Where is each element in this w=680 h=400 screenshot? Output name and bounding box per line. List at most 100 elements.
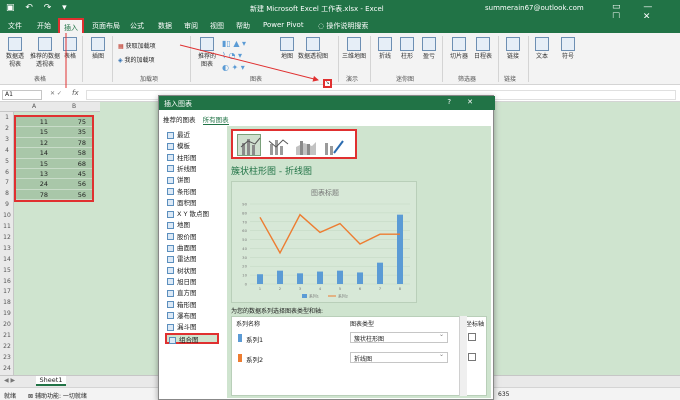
cancel-confirm-icons[interactable]: ✕ ✓ bbox=[50, 90, 62, 97]
chart-type-item[interactable]: 瀑布图 bbox=[167, 311, 197, 322]
custom-combo-pencil-icon bbox=[325, 140, 344, 155]
cell-col-a[interactable]: 11 bbox=[16, 117, 54, 126]
row-header[interactable]: 15 bbox=[0, 265, 14, 276]
accessibility-status[interactable]: ⊠ 辅助功能: 一切就绪 bbox=[28, 391, 87, 400]
series-name: 系列1 bbox=[246, 336, 264, 344]
row-header[interactable]: 19 bbox=[0, 308, 14, 319]
row-header[interactable]: 24 bbox=[0, 363, 14, 374]
row-header[interactable]: 11 bbox=[0, 221, 14, 232]
chart-type-item[interactable]: 旭日图 bbox=[167, 277, 197, 288]
cell-col-a[interactable]: 14 bbox=[16, 148, 54, 157]
chart-type-item[interactable]: 柱形图 bbox=[167, 153, 197, 164]
chart-type-label: 树状图 bbox=[177, 266, 197, 275]
cell-col-b[interactable]: 35 bbox=[54, 127, 92, 136]
chart-type-label: 模板 bbox=[177, 142, 190, 151]
sheet-tab-sheet1[interactable]: Sheet1 bbox=[36, 376, 66, 386]
cell-col-a[interactable]: 15 bbox=[16, 127, 54, 136]
row-header[interactable]: 9 bbox=[0, 199, 14, 210]
cell-col-a[interactable]: 24 bbox=[16, 179, 54, 188]
data-range[interactable]: 11 75 15 35 12 78 14 58 15 68 13 45 24 56 78 56 bbox=[14, 115, 94, 203]
row-header[interactable]: 23 bbox=[0, 352, 14, 363]
subtype-stacked-area-column[interactable] bbox=[293, 134, 317, 156]
secondary-axis-checkbox[interactable] bbox=[468, 333, 476, 341]
chart-type-item[interactable]: 折线图 bbox=[167, 164, 197, 175]
row-header[interactable]: 17 bbox=[0, 286, 14, 297]
table-row: 13 45 bbox=[16, 169, 92, 180]
series-swatch bbox=[238, 354, 242, 362]
chart-type-item[interactable]: 漏斗图 bbox=[167, 322, 197, 333]
cell-col-b[interactable]: 68 bbox=[54, 159, 92, 168]
row-header[interactable]: 4 bbox=[0, 145, 14, 156]
chart-type-item[interactable]: 面积图 bbox=[167, 198, 197, 209]
chart-type-item[interactable]: 组合图 bbox=[165, 333, 219, 345]
chart-type-item[interactable]: 模板 bbox=[167, 141, 190, 152]
tab-all-charts[interactable]: 所有图表 bbox=[202, 116, 229, 125]
row-header[interactable]: 1 bbox=[0, 112, 14, 123]
name-box[interactable]: A1 bbox=[2, 90, 42, 100]
series-chart-type-select[interactable]: 簇状柱形图 bbox=[350, 331, 448, 343]
cell-col-b[interactable]: 45 bbox=[54, 169, 92, 178]
x-tick-label: 3 bbox=[299, 286, 302, 291]
row-header[interactable]: 22 bbox=[0, 341, 14, 352]
row-header[interactable]: 5 bbox=[0, 156, 14, 167]
chart-type-item[interactable]: 条形图 bbox=[167, 187, 197, 198]
row-header[interactable]: 18 bbox=[0, 297, 14, 308]
row-header[interactable]: 14 bbox=[0, 254, 14, 265]
bar-series1 bbox=[257, 274, 263, 284]
bar-series1 bbox=[397, 214, 403, 284]
chart-preview[interactable]: 图表标题 90 80 70 60 50 40 30 20 10 0 1 2 3 4 5 6 7 8 系列1 系列2 bbox=[231, 181, 417, 303]
row-header[interactable]: 6 bbox=[0, 167, 14, 178]
chart-type-label: 饼图 bbox=[177, 176, 190, 185]
row-header[interactable]: 8 bbox=[0, 188, 14, 199]
chart-type-label: 直方图 bbox=[177, 289, 197, 298]
y-tick-label: 80 bbox=[242, 210, 247, 215]
cell-col-a[interactable]: 12 bbox=[16, 138, 54, 147]
cell-col-a[interactable]: 78 bbox=[16, 190, 54, 199]
subtype-clustered-column-line[interactable] bbox=[237, 134, 261, 156]
subtype-custom-combo[interactable] bbox=[321, 134, 345, 156]
cell-col-b[interactable]: 75 bbox=[54, 117, 92, 126]
cell-col-b[interactable]: 78 bbox=[54, 138, 92, 147]
cell-col-b[interactable]: 56 bbox=[54, 179, 92, 188]
zoom-level[interactable]: 635 bbox=[498, 391, 509, 398]
close-button[interactable]: ✕ bbox=[467, 98, 489, 106]
chart-type-item[interactable]: 箱形图 bbox=[167, 300, 197, 311]
row-header[interactable]: 10 bbox=[0, 210, 14, 221]
chart-type-item[interactable]: 曲面图 bbox=[167, 243, 197, 254]
row-header[interactable]: 20 bbox=[0, 319, 14, 330]
secondary-axis-checkbox[interactable] bbox=[468, 353, 476, 361]
chart-subtype-heading: 簇状柱形图 - 折线图 bbox=[231, 167, 312, 177]
cell-col-a[interactable]: 13 bbox=[16, 169, 54, 178]
chart-type-item[interactable]: 股价图 bbox=[167, 232, 197, 243]
series-panel-scrollbar[interactable] bbox=[459, 316, 467, 396]
row-header[interactable]: 16 bbox=[0, 276, 14, 287]
chart-type-item[interactable]: 地图 bbox=[167, 220, 190, 231]
chart-type-item[interactable]: 最近 bbox=[167, 130, 190, 141]
help-button[interactable]: ? bbox=[447, 98, 467, 106]
series-chart-type-select[interactable]: 折线图 bbox=[350, 351, 448, 363]
x-tick-label: 2 bbox=[279, 286, 282, 291]
chart-type-label: 面积图 bbox=[177, 198, 197, 207]
sheet-nav-arrows[interactable]: ◀ ▶ bbox=[4, 377, 15, 384]
chart-type-item[interactable]: 树状图 bbox=[167, 266, 197, 277]
tab-recommended-charts[interactable]: 推荐的图表 bbox=[163, 116, 196, 124]
cell-col-b[interactable]: 58 bbox=[54, 148, 92, 157]
row-header[interactable]: 7 bbox=[0, 177, 14, 188]
row-header[interactable]: 21 bbox=[0, 330, 14, 341]
series-row: 系列2 折线图 bbox=[232, 351, 488, 365]
chart-type-icon bbox=[167, 267, 174, 275]
fx-icon[interactable]: fx bbox=[72, 89, 79, 97]
cell-col-b[interactable]: 56 bbox=[54, 190, 92, 199]
column-header-a[interactable]: A bbox=[14, 103, 54, 110]
row-header[interactable]: 12 bbox=[0, 232, 14, 243]
chart-type-item[interactable]: X Y 散点图 bbox=[167, 209, 209, 220]
row-header[interactable]: 2 bbox=[0, 123, 14, 134]
subtype-column-line-secondary[interactable] bbox=[265, 134, 289, 156]
row-header[interactable]: 13 bbox=[0, 243, 14, 254]
row-header[interactable]: 3 bbox=[0, 134, 14, 145]
column-header-b[interactable]: B bbox=[54, 103, 94, 110]
chart-type-item[interactable]: 直方图 bbox=[167, 288, 197, 299]
chart-type-item[interactable]: 雷达图 bbox=[167, 254, 197, 265]
chart-type-item[interactable]: 饼图 bbox=[167, 175, 190, 186]
cell-col-a[interactable]: 15 bbox=[16, 159, 54, 168]
